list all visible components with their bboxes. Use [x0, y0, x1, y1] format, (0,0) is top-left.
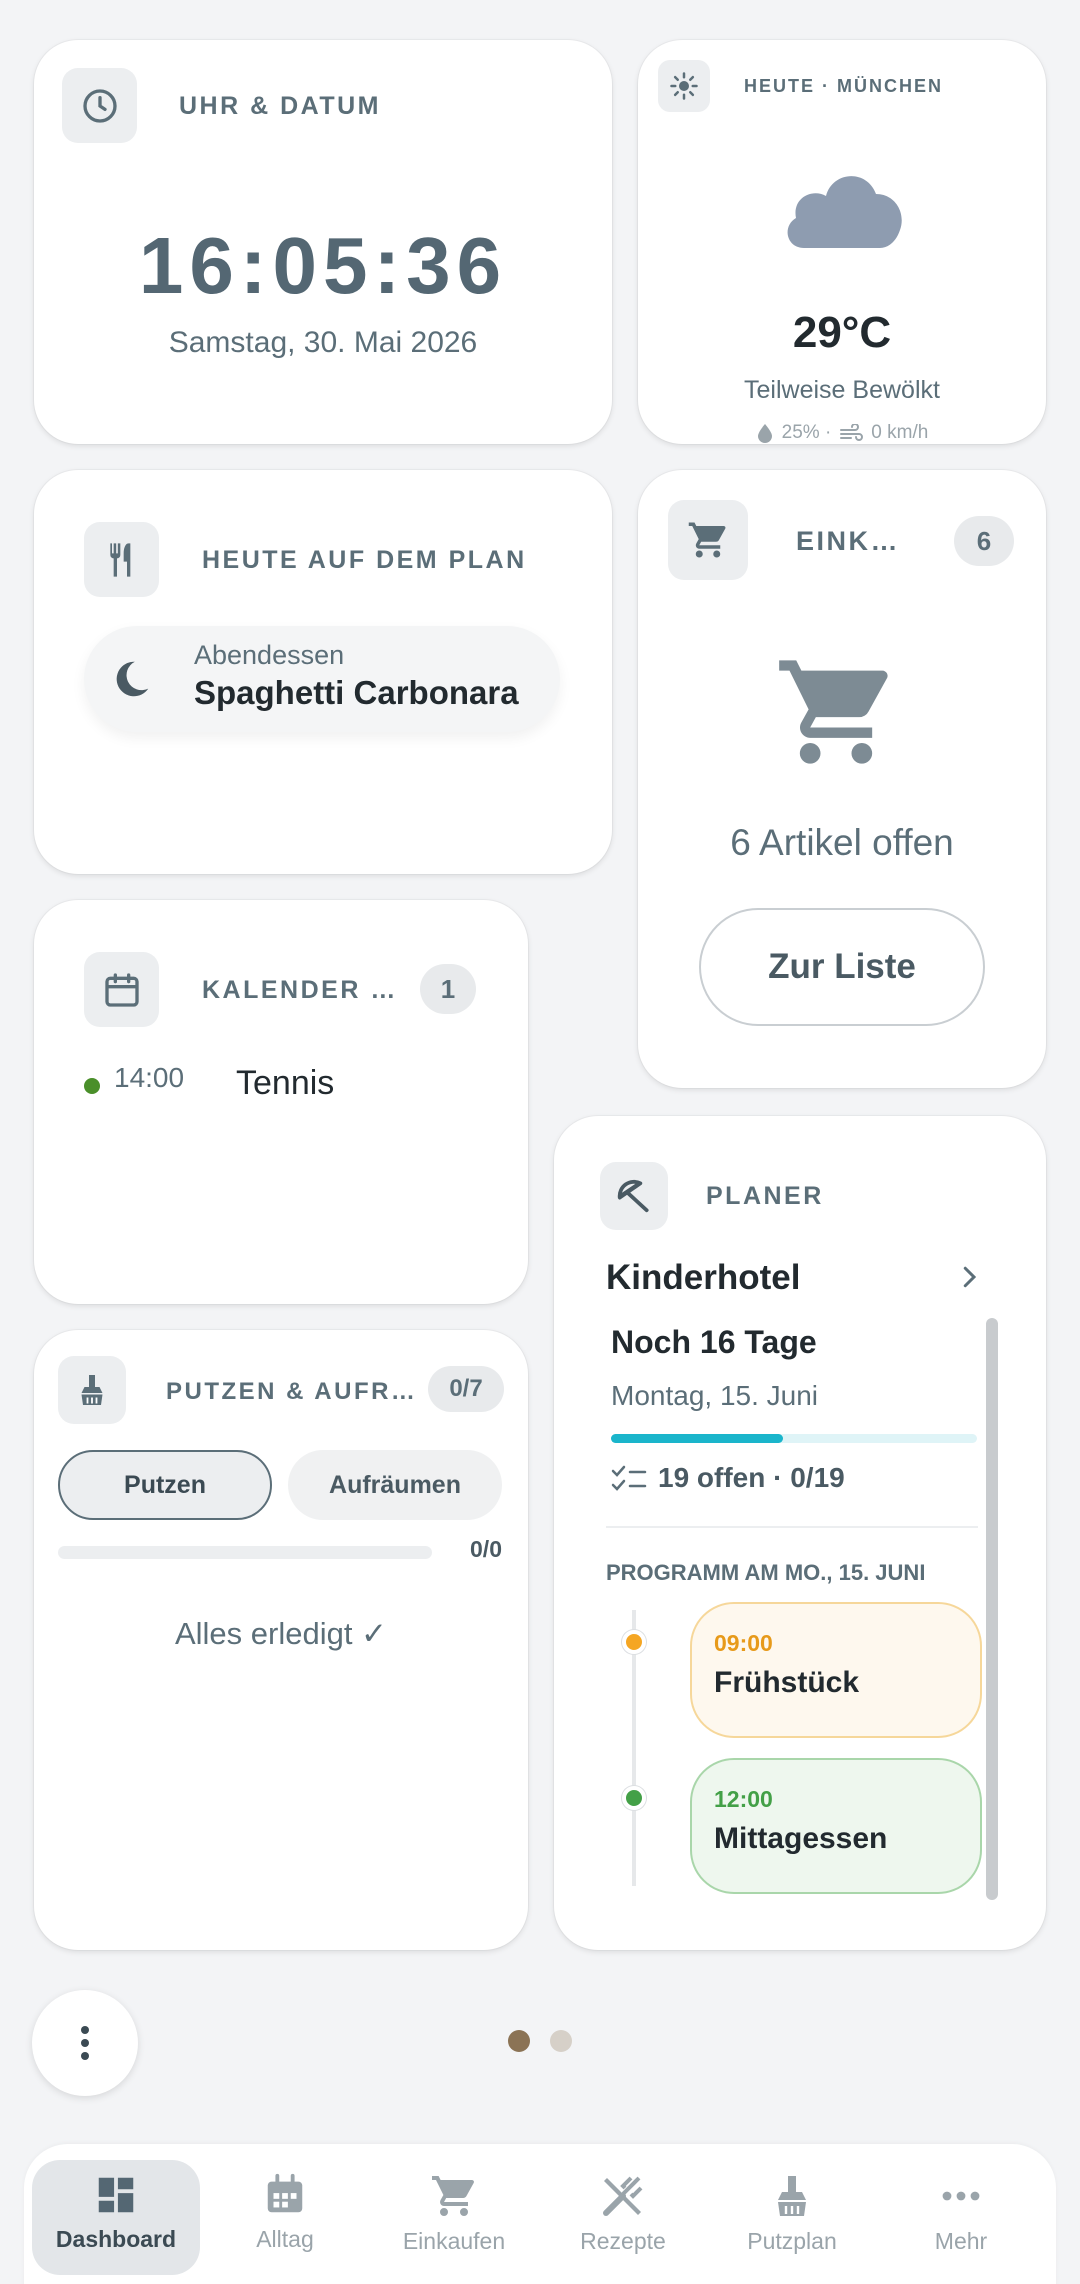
cart-icon: [432, 2176, 474, 2216]
program-time: 09:00: [714, 1630, 773, 1656]
program-heading: PROGRAMM AM MO., 15. JUNI: [606, 1560, 926, 1585]
clock-time: 16:05:36: [138, 221, 508, 310]
meal-entry[interactable]: Abendessen Spaghetti Carbonara: [84, 626, 560, 732]
calendar-title: KALENDER …: [202, 976, 398, 1004]
planner-scrollbar[interactable]: [986, 1318, 998, 1900]
planner-divider: [606, 1526, 978, 1528]
cleaning-title: PUTZEN & AUFR…: [166, 1378, 418, 1405]
weather-card[interactable]: HEUTE · MÜNCHEN 29°C Teilweise Bewölkt 2…: [638, 40, 1046, 444]
nav-label-dashboard: Dashboard: [55, 2226, 177, 2252]
weather-humidity: 25% ·: [781, 422, 832, 443]
nav-label-einkaufen: Einkaufen: [402, 2228, 506, 2254]
shopping-open-text: 6 Artikel offen: [730, 822, 954, 863]
pager-dot-active[interactable]: [508, 2030, 530, 2052]
droplet-icon: [757, 424, 772, 443]
cleaning-progress-text: 0/0: [470, 1536, 502, 1562]
weather-wind: 0 km/h: [871, 422, 929, 443]
tab-aufraeumen[interactable]: Aufräumen: [288, 1450, 502, 1520]
trip-progress-track: [611, 1434, 977, 1443]
sun-icon: [658, 60, 710, 112]
nav-dashboard[interactable]: Dashboard: [32, 2160, 200, 2275]
shopping-title: EINK…: [796, 526, 901, 556]
countdown: Noch 16 Tage: [611, 1324, 817, 1360]
shopping-count-badge: 6: [954, 516, 1014, 566]
clock-date: Samstag, 30. Mai 2026: [168, 326, 478, 359]
nav-rezepte[interactable]: Rezepte: [539, 2160, 707, 2275]
nav-label-mehr: Mehr: [934, 2228, 988, 2254]
trip-name[interactable]: Kinderhotel: [606, 1258, 800, 1298]
cleaning-card[interactable]: PUTZEN & AUFR… 0/7 Putzen Aufräumen 0/0 …: [34, 1330, 528, 1950]
event-name: Tennis: [236, 1064, 335, 1102]
wind-icon: [840, 424, 864, 441]
meal-name: Spaghetti Carbonara: [194, 674, 519, 711]
clock-card[interactable]: UHR & DATUM 16:05:36 Samstag, 30. Mai 20…: [34, 40, 612, 444]
broom-icon: [58, 1356, 126, 1424]
cutlery-icon: [603, 2176, 643, 2216]
program-item[interactable]: 09:00 Frühstück: [690, 1602, 982, 1738]
event-dot: [84, 1078, 100, 1094]
trip-progress-fill: [611, 1434, 784, 1443]
menu-fab[interactable]: [32, 1990, 138, 2096]
umbrella-icon: [600, 1162, 668, 1230]
cleaning-done-text: Alles erledigt ✓: [174, 1616, 388, 1651]
meal-label: Abendessen: [194, 640, 345, 670]
program-time: 12:00: [714, 1786, 773, 1812]
nav-mehr[interactable]: Mehr: [877, 2160, 1045, 2275]
event-time: 14:00: [114, 1062, 185, 1093]
cleaning-count-badge: 0/7: [428, 1366, 504, 1412]
nav-label-alltag: Alltag: [256, 2226, 314, 2252]
cleaning-progress-track: [58, 1546, 432, 1559]
clock-icon: [62, 68, 137, 143]
moon-icon: [108, 656, 154, 707]
program-name: Mittagessen: [714, 1822, 888, 1855]
timeline-dot: [622, 1630, 646, 1654]
calendar-count-badge: 1: [420, 964, 476, 1014]
calendar-card[interactable]: KALENDER … 1 14:00 Tennis: [34, 900, 528, 1304]
chevron-right-icon[interactable]: [954, 1262, 984, 1297]
program-name: Frühstück: [714, 1666, 860, 1699]
timeline-dot: [622, 1786, 646, 1810]
cart-icon: [668, 500, 748, 580]
weather-title: HEUTE · MÜNCHEN: [744, 76, 943, 96]
pager-dot[interactable]: [550, 2030, 572, 2052]
open-tasks: 19 offen · 0/19: [658, 1462, 845, 1493]
clock-title: UHR & DATUM: [179, 92, 382, 120]
dashboard-icon: [98, 2177, 134, 2213]
nav-label-rezepte: Rezepte: [580, 2228, 666, 2254]
more-icon: [942, 2191, 980, 2201]
cutlery-icon: [84, 522, 159, 597]
nav-alltag[interactable]: Alltag: [201, 2160, 369, 2275]
cart-large-icon: [774, 650, 898, 779]
weather-temp: 29°C: [792, 308, 892, 357]
tab-putzen[interactable]: Putzen: [58, 1450, 272, 1520]
trip-date: Montag, 15. Juni: [611, 1380, 819, 1411]
plan-title: HEUTE AUF DEM PLAN: [202, 546, 527, 574]
planner-card[interactable]: PLANER Kinderhotel Noch 16 Tage Montag, …: [554, 1116, 1046, 1950]
nav-label-putzplan: Putzplan: [747, 2228, 837, 2254]
checklist-icon: [611, 1464, 647, 1499]
nav-einkaufen[interactable]: Einkaufen: [370, 2160, 538, 2275]
calendar-event[interactable]: 14:00 Tennis: [84, 1058, 484, 1108]
plan-card[interactable]: HEUTE AUF DEM PLAN Abendessen Spaghetti …: [34, 470, 612, 874]
shopping-card[interactable]: EINK… 6 6 Artikel offen Zur Liste: [638, 470, 1046, 1088]
shopping-list-button[interactable]: Zur Liste: [699, 908, 985, 1026]
weather-details: 25% · 0 km/h: [638, 422, 1046, 444]
program-item[interactable]: 12:00 Mittagessen: [690, 1758, 982, 1894]
more-vertical-icon: [81, 2026, 89, 2060]
cloud-icon: [782, 164, 904, 253]
nav-putzplan[interactable]: Putzplan: [708, 2160, 876, 2275]
pager-dots: [508, 2030, 572, 2052]
weather-condition: Teilweise Bewölkt: [744, 376, 940, 404]
calendar-icon: [267, 2173, 303, 2213]
planner-title: PLANER: [706, 1182, 824, 1210]
broom-icon: [778, 2176, 806, 2216]
calendar-icon: [84, 952, 159, 1027]
